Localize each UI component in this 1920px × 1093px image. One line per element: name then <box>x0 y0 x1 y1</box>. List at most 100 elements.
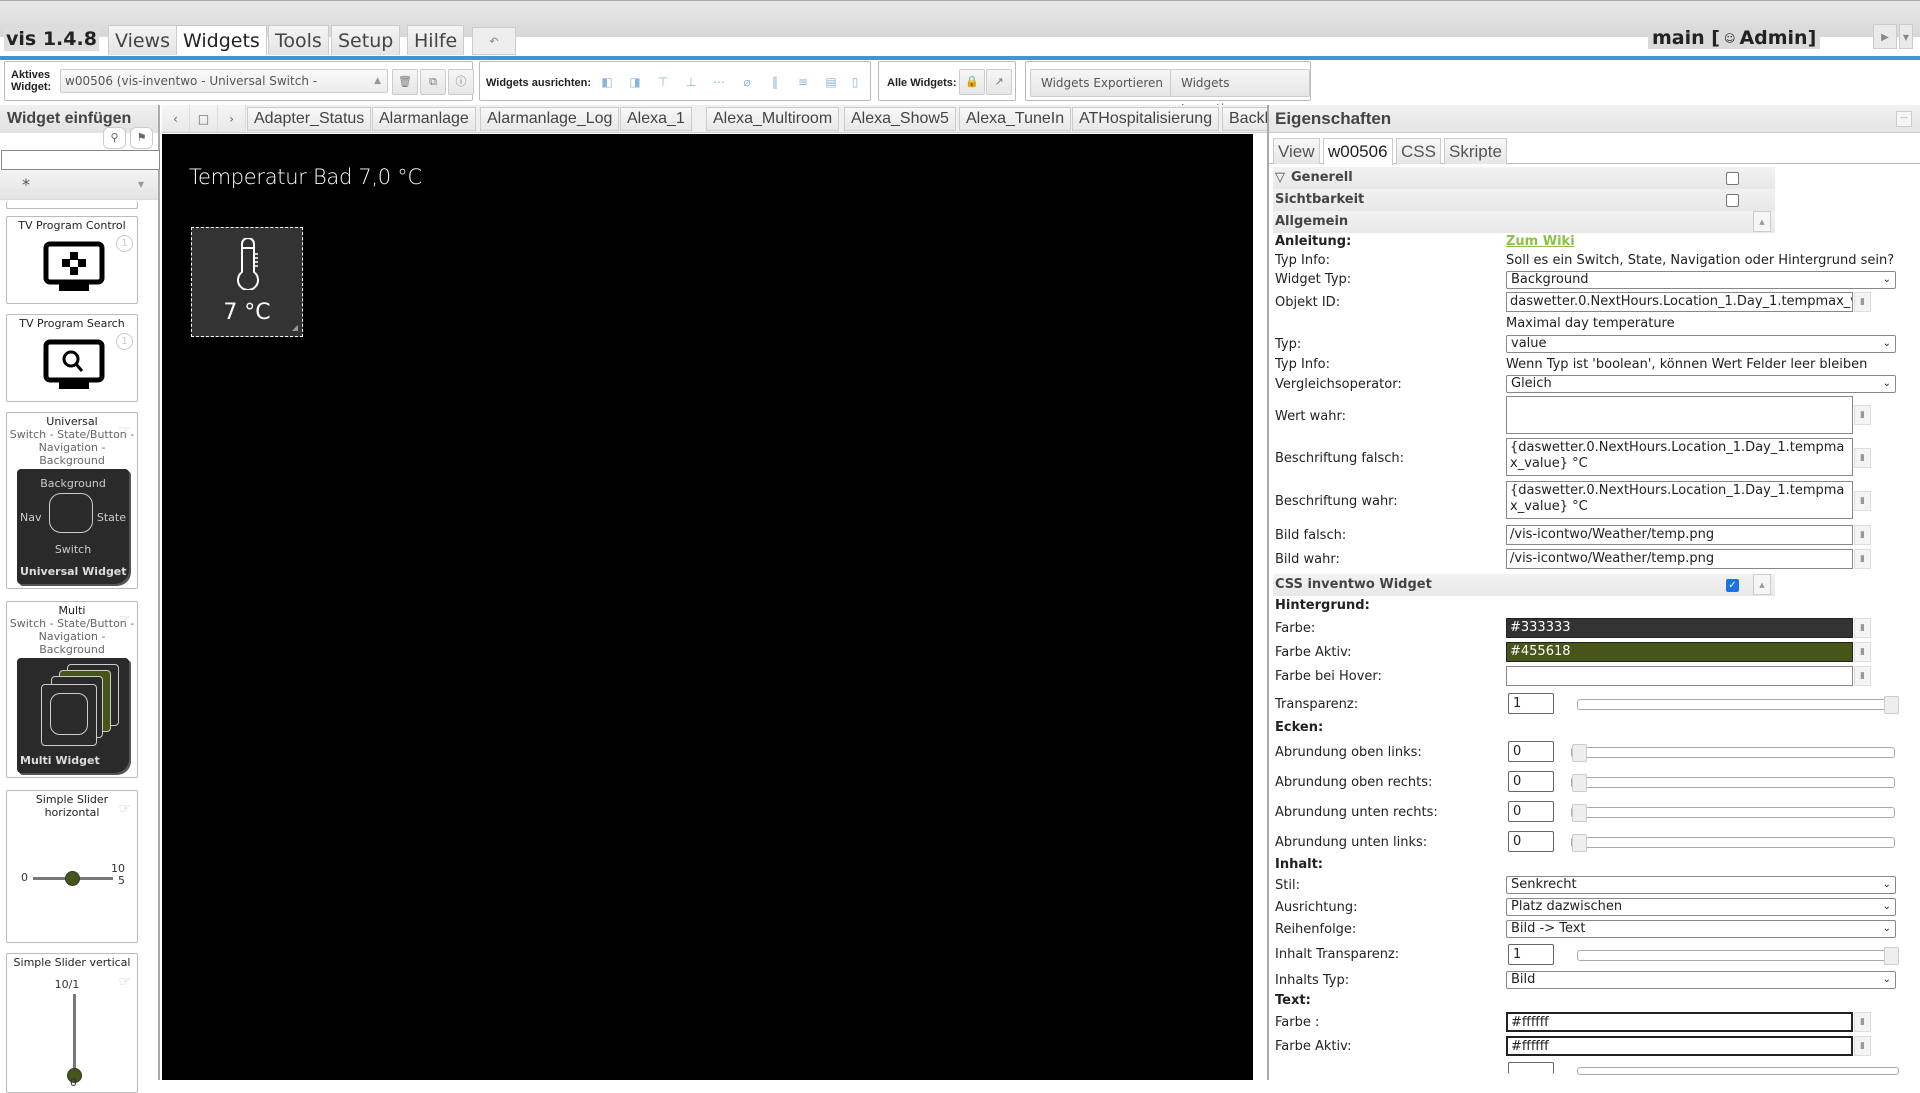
slider-handle[interactable] <box>1572 744 1587 762</box>
farbe-aktiv-picker-button[interactable]: ▮ <box>1854 642 1871 662</box>
abrundung-unten-links-slider[interactable] <box>1571 834 1895 852</box>
tabs-next-button[interactable]: › <box>218 105 246 132</box>
same-height-icon[interactable]: ▯ <box>848 75 862 89</box>
inhalt-transparenz-input[interactable]: 1 <box>1508 944 1554 965</box>
tabs-list-button[interactable]: □ <box>190 105 218 132</box>
distribute-vertical-icon[interactable]: ≡ <box>796 75 810 89</box>
farbe-picker-button[interactable]: ▮ <box>1854 618 1871 638</box>
copy-widget-button[interactable]: ⧉ <box>420 69 446 95</box>
slider-handle[interactable] <box>1884 947 1899 965</box>
abrundung-unten-links-input[interactable]: 0 <box>1508 831 1554 852</box>
inhalts-typ-select[interactable]: Bild ⌄ <box>1506 971 1896 989</box>
beschriftung-falsch-picker-button[interactable]: ▮ <box>1854 448 1871 468</box>
distribute-horizontal-icon[interactable]: ‖ <box>768 75 782 89</box>
farbe-aktiv-color-input[interactable]: #455618 <box>1506 642 1853 662</box>
view-tab[interactable]: Alexa_TuneIn <box>959 107 1072 131</box>
undo-button[interactable]: ↶ <box>472 27 516 55</box>
inhalt-transparenz-slider[interactable] <box>1577 947 1899 965</box>
widget-typ-select[interactable]: Background ⌄ <box>1506 271 1896 289</box>
palette-filter-select[interactable]: * ▼ <box>0 170 158 200</box>
palette-item-partial[interactable] <box>6 201 138 209</box>
abrundung-unten-rechts-slider[interactable] <box>1571 804 1895 822</box>
align-center-vertical-icon[interactable]: ⋯ <box>712 75 726 89</box>
view-tab[interactable]: Backl <box>1222 107 1267 131</box>
open-external-button[interactable]: ↗ <box>986 69 1012 95</box>
abrundung-oben-rechts-input[interactable]: 0 <box>1508 771 1554 792</box>
objekt-id-picker-button[interactable]: ▮ <box>1854 292 1871 312</box>
text-farbe-picker-button[interactable]: ▮ <box>1854 1012 1871 1032</box>
align-left-icon[interactable]: ◧ <box>600 75 614 89</box>
slider-handle[interactable] <box>1884 696 1899 714</box>
palette-item-slider-vertical[interactable]: Simple Slider vertical ☞ 10/1 0 <box>6 953 138 1093</box>
resize-handle-icon[interactable]: ◢ <box>292 323 298 332</box>
view-tab[interactable]: Alarmanlage_Log <box>480 107 620 131</box>
typ-select[interactable]: value ⌄ <box>1506 335 1896 353</box>
panel-menu-button[interactable]: ⋯ <box>1896 111 1912 127</box>
abrundung-unten-rechts-input[interactable]: 0 <box>1508 801 1554 822</box>
canvas-title-text[interactable]: Temperatur Bad 7,0 °C <box>189 165 422 189</box>
align-bottom-icon[interactable]: ⊥ <box>684 75 698 89</box>
section-generell[interactable]: ▽ Generell <box>1273 167 1775 189</box>
objekt-id-input[interactable]: daswetter.0.NextHours.Location_1.Day_1.t… <box>1506 292 1853 312</box>
align-top-icon[interactable]: ⊤ <box>656 75 670 89</box>
align-right-icon[interactable]: ◨ <box>628 75 642 89</box>
tab-w00506[interactable]: w00506 <box>1323 138 1393 165</box>
menu-tab-views[interactable]: Views <box>108 25 177 55</box>
zum-wiki-link[interactable]: Zum Wiki <box>1506 234 1575 249</box>
palette-search-input[interactable] <box>1 150 160 170</box>
sichtbarkeit-checkbox[interactable] <box>1726 194 1739 207</box>
farbe-hover-picker-button[interactable]: ▮ <box>1854 666 1871 686</box>
transparenz-slider[interactable] <box>1577 696 1899 714</box>
bild-wahr-input[interactable]: /vis-icontwo/Weather/temp.png <box>1506 549 1853 569</box>
bild-falsch-input[interactable]: /vis-icontwo/Weather/temp.png <box>1506 525 1853 545</box>
slider-handle[interactable] <box>1572 804 1587 822</box>
palette-tag-button[interactable]: ⚑ <box>130 127 153 149</box>
partial-slider[interactable] <box>1577 1067 1899 1075</box>
view-tab[interactable]: Alexa_Show5 <box>844 107 956 131</box>
slider-handle[interactable] <box>1572 834 1587 852</box>
generell-checkbox[interactable] <box>1726 172 1739 185</box>
bild-wahr-picker-button[interactable]: ▮ <box>1854 549 1871 569</box>
ausrichtung-select[interactable]: Platz dazwischen ⌄ <box>1506 898 1896 916</box>
bild-falsch-picker-button[interactable]: ▮ <box>1854 525 1871 545</box>
partial-input[interactable] <box>1508 1062 1554 1074</box>
view-tab[interactable]: Alexa_1 <box>620 107 692 131</box>
slider-handle[interactable] <box>1572 774 1587 792</box>
tab-css[interactable]: CSS <box>1396 138 1441 164</box>
view-canvas[interactable]: Temperatur Bad 7,0 °C 7 °C ◢ <box>162 134 1253 1080</box>
vergleichsoperator-select[interactable]: Gleich ⌄ <box>1506 375 1896 393</box>
reihenfolge-select[interactable]: Bild -> Text ⌄ <box>1506 920 1896 938</box>
menu-tab-widgets[interactable]: Widgets <box>176 25 267 55</box>
align-center-horizontal-icon[interactable]: ⌀ <box>740 75 754 89</box>
tab-view[interactable]: View <box>1273 138 1320 164</box>
run-view-button[interactable]: ▶ <box>1873 24 1897 49</box>
section-css-inventwo-widget[interactable]: CSS inventwo Widget ✓ ▲ <box>1273 574 1775 596</box>
delete-widget-button[interactable]: 🗑 <box>392 69 418 95</box>
beschriftung-wahr-picker-button[interactable]: ▮ <box>1854 491 1871 511</box>
tab-skripte[interactable]: Skripte <box>1444 138 1507 164</box>
active-widget-select[interactable]: w00506 (vis-inventwo - Universal Switch … <box>60 69 388 93</box>
import-widgets-button[interactable]: Widgets Importieren <box>1170 69 1310 116</box>
view-tab[interactable]: Alexa_Multiroom <box>706 107 840 131</box>
farbe-color-input[interactable]: #333333 <box>1506 618 1853 638</box>
wert-wahr-picker-button[interactable]: ▮ <box>1854 405 1871 425</box>
text-farbe-aktiv-input[interactable]: #ffffff <box>1506 1036 1853 1056</box>
section-allgemein[interactable]: Allgemein ▲ <box>1273 211 1775 233</box>
beschriftung-falsch-textarea[interactable]: {daswetter.0.NextHours.Location_1.Day_1.… <box>1506 438 1853 476</box>
abrundung-oben-links-input[interactable]: 0 <box>1508 741 1554 762</box>
info-widget-button[interactable]: ⓘ <box>448 69 474 95</box>
stil-select[interactable]: Senkrecht ⌄ <box>1506 876 1896 894</box>
lock-all-button[interactable]: 🔒 <box>959 69 985 95</box>
section-sichtbarkeit[interactable]: Sichtbarkeit <box>1273 189 1775 211</box>
filter-icon[interactable]: ▽ <box>1275 170 1291 185</box>
run-options-dropdown[interactable]: ▼ <box>1899 24 1913 49</box>
palette-item-slider-horizontal[interactable]: Simple Slider horizontal ☞ 0 10 5 <box>6 790 138 943</box>
farbe-hover-color-input[interactable] <box>1506 666 1853 686</box>
css-widget-checkbox[interactable]: ✓ <box>1726 579 1739 592</box>
beschriftung-wahr-textarea[interactable]: {daswetter.0.NextHours.Location_1.Day_1.… <box>1506 481 1853 519</box>
tabs-prev-button[interactable]: ‹ <box>162 105 190 132</box>
transparenz-input[interactable]: 1 <box>1508 693 1554 714</box>
export-widgets-button[interactable]: Widgets Exportieren <box>1030 69 1174 97</box>
palette-item-tv-program-control[interactable]: TV Program Control 1 <box>6 216 138 304</box>
menu-tab-hilfe[interactable]: Hilfe <box>407 25 465 55</box>
